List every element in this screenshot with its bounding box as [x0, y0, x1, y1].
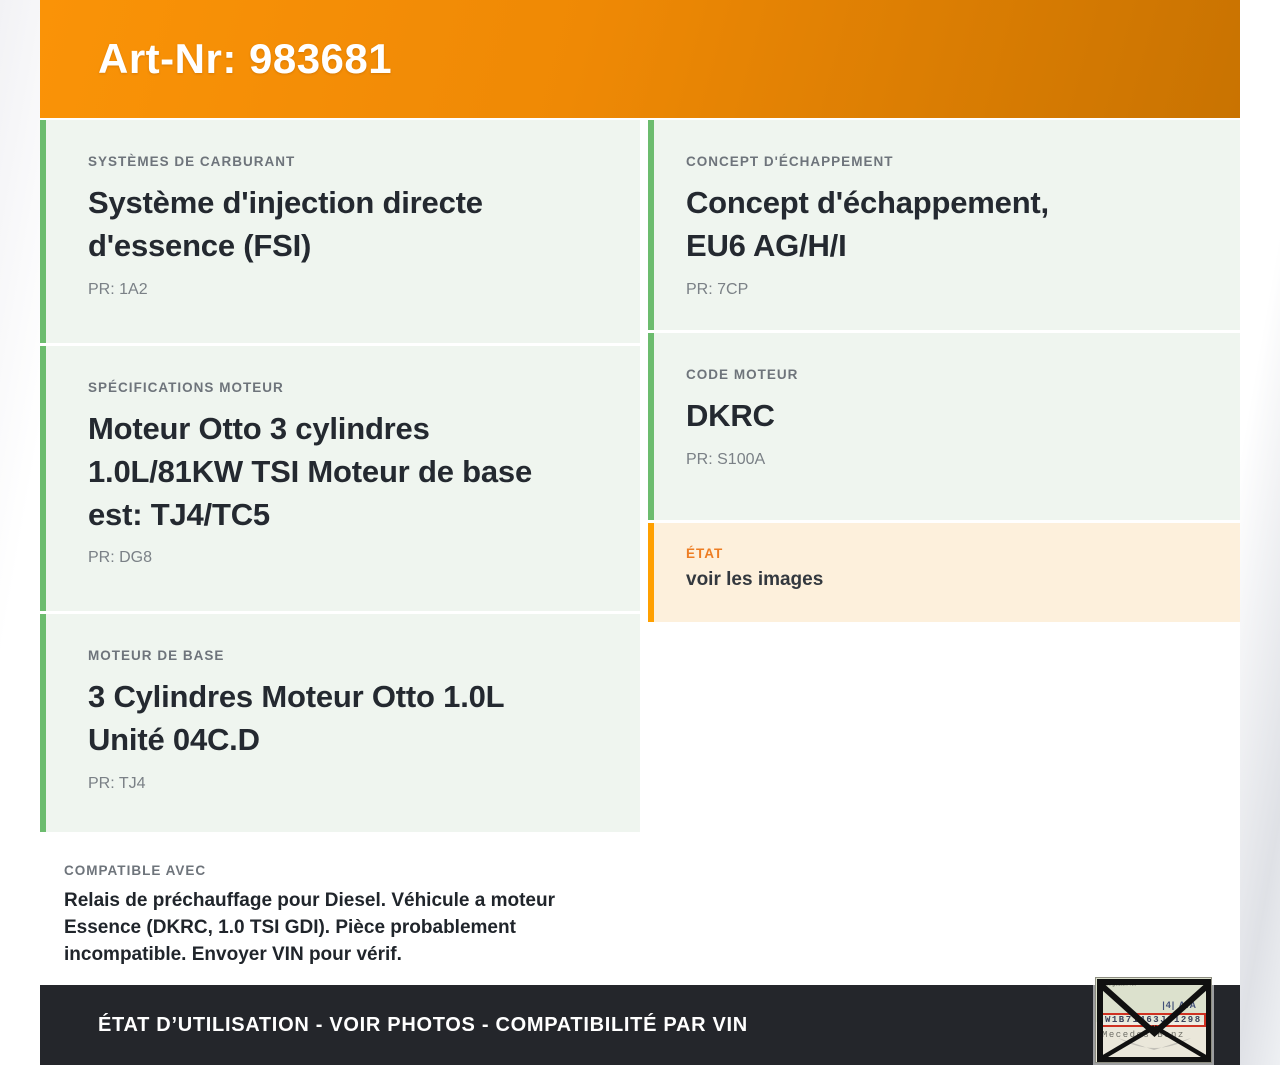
card-label: SYSTÈMES DE CARBURANT — [88, 154, 296, 169]
card-label: SPÉCIFICATIONS MOTEUR — [88, 380, 284, 395]
right-column: CONCEPT D'ÉCHAPPEMENT Concept d'échappem… — [648, 120, 1240, 988]
condition-value: voir les images — [686, 569, 824, 590]
card-base-engine: MOTEUR DE BASE 3 Cylindres Moteur Otto 1… — [40, 614, 640, 832]
compatibility-note: Relais de préchauffage pour Diesel. Véhi… — [64, 890, 555, 966]
pr-code: PR: 1A2 — [88, 280, 148, 298]
registration-document-image: Fahrgestell-Nr. |4| AiA W1B71463J31298 7… — [1095, 977, 1212, 1063]
pr-code: PR: TJ4 — [88, 774, 146, 792]
card-compatibility: COMPATIBLE AVEC Relais de préchauffage p… — [40, 835, 640, 989]
footer-banner: ÉTAT D’UTILISATION - VOIR PHOTOS - COMPA… — [40, 977, 1240, 1065]
card-label: CODE MOTEUR — [686, 367, 799, 382]
envelope-icon — [1097, 979, 1211, 1062]
card-exhaust-concept: CONCEPT D'ÉCHAPPEMENT Concept d'échappem… — [648, 120, 1240, 330]
card-label: ÉTAT — [686, 546, 724, 561]
pr-code: PR: DG8 — [88, 549, 153, 567]
left-column: SYSTÈMES DE CARBURANT Système d'injectio… — [40, 120, 640, 989]
product-info-panel: Art-Nr: 983681 SYSTÈMES DE CARBURANT Sys… — [40, 0, 1240, 1065]
card-label: COMPATIBLE AVEC — [64, 863, 207, 878]
article-number-title: Art-Nr: 983681 — [98, 35, 393, 82]
card-title: 3 Cylindres Moteur Otto 1.0L Unité 04C.D — [88, 679, 504, 757]
cards-grid: SYSTÈMES DE CARBURANT Système d'injectio… — [40, 120, 1240, 989]
card-fuel-system: SYSTÈMES DE CARBURANT Système d'injectio… — [40, 120, 640, 343]
card-title: Système d'injection directe d'essence (F… — [88, 185, 483, 263]
card-label: MOTEUR DE BASE — [88, 648, 225, 663]
card-condition: ÉTAT voir les images — [648, 523, 1240, 622]
card-title: DKRC — [686, 398, 775, 433]
card-title: Moteur Otto 3 cylindres 1.0L/81KW TSI Mo… — [88, 411, 533, 532]
footer-text: ÉTAT D’UTILISATION - VOIR PHOTOS - COMPA… — [98, 1013, 748, 1036]
header-banner: Art-Nr: 983681 — [40, 0, 1240, 118]
pr-code: PR: 7CP — [686, 280, 749, 298]
card-label: CONCEPT D'ÉCHAPPEMENT — [686, 154, 894, 169]
pr-code: PR: S100A — [686, 450, 766, 468]
card-engine-specs: SPÉCIFICATIONS MOTEUR Moteur Otto 3 cyli… — [40, 346, 640, 611]
card-title: Concept d'échappement, EU6 AG/H/I — [686, 185, 1049, 263]
card-engine-code: CODE MOTEUR DKRC PR: S100A — [648, 333, 1240, 520]
